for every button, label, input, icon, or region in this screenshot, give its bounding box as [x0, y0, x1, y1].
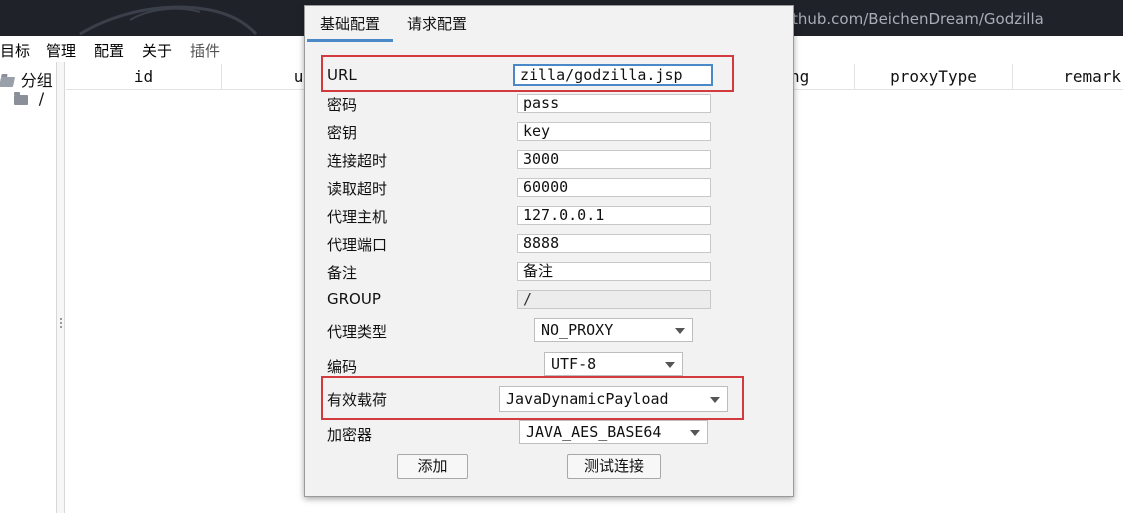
basic-config-form: URL zilla/godzilla.jsp 密码 pass 密钥 key 连接…	[305, 42, 793, 496]
encoding-label: 编码	[327, 358, 358, 376]
chevron-down-icon	[690, 430, 700, 436]
password-label: 密码	[327, 96, 358, 114]
menu-target[interactable]: 目标	[0, 40, 30, 61]
password-input[interactable]: pass	[517, 94, 711, 113]
drag-grip-icon	[60, 318, 62, 320]
payload-label: 有效载荷	[327, 391, 388, 409]
cryptor-value: JAVA_AES_BASE64	[526, 423, 662, 441]
menu-about[interactable]: 关于	[142, 40, 172, 61]
column-header-proxy-type[interactable]: proxyType	[855, 64, 1013, 90]
shell-config-dialog: 基础配置 请求配置 URL zilla/godzilla.jsp 密码 pass…	[304, 5, 794, 497]
encoding-value: UTF-8	[551, 355, 597, 373]
read-timeout-input[interactable]: 60000	[517, 178, 711, 197]
group-input: /	[517, 290, 711, 309]
add-button[interactable]: 添加	[397, 454, 468, 479]
group-label: GROUP	[327, 290, 381, 308]
read-timeout-label: 读取超时	[327, 180, 388, 198]
payload-select[interactable]: JavaDynamicPayload	[499, 386, 728, 412]
proxy-type-label: 代理类型	[327, 323, 388, 341]
proxy-host-label: 代理主机	[327, 208, 388, 226]
payload-value: JavaDynamicPayload	[506, 390, 669, 408]
kali-dragon-logo	[79, 5, 258, 36]
chevron-down-icon	[675, 328, 685, 334]
column-header-id[interactable]: id	[66, 64, 222, 90]
cryptor-label: 加密器	[327, 426, 373, 444]
folder-open-icon	[0, 76, 16, 87]
dialog-tabs: 基础配置 请求配置	[305, 6, 793, 42]
tree-child-label: /	[38, 89, 45, 108]
folder-icon	[14, 91, 28, 105]
url-input[interactable]: zilla/godzilla.jsp	[513, 64, 713, 86]
tree-root-group[interactable]: 分组	[0, 67, 53, 91]
tree-root-label: 分组	[20, 71, 53, 90]
url-label: URL	[327, 66, 357, 84]
menu-manage[interactable]: 管理	[46, 40, 76, 61]
chevron-down-icon	[710, 397, 720, 403]
tab-request-config[interactable]: 请求配置	[397, 6, 477, 42]
key-input[interactable]: key	[517, 122, 711, 141]
connect-timeout-input[interactable]: 3000	[517, 150, 711, 169]
split-pane-divider[interactable]	[56, 62, 65, 513]
connect-timeout-label: 连接超时	[327, 152, 388, 170]
proxy-host-input[interactable]: 127.0.0.1	[517, 206, 711, 225]
tree-child-group[interactable]: /	[14, 89, 44, 108]
test-connection-button[interactable]: 测试连接	[567, 454, 661, 479]
remark-input[interactable]: 备注	[517, 262, 711, 281]
remark-label: 备注	[327, 264, 358, 282]
proxy-port-label: 代理端口	[327, 236, 388, 254]
key-label: 密钥	[327, 124, 358, 142]
proxy-type-value: NO_PROXY	[541, 321, 614, 339]
menu-plugins[interactable]: 插件	[190, 40, 220, 61]
cryptor-select[interactable]: JAVA_AES_BASE64	[519, 420, 708, 444]
menu-config[interactable]: 配置	[94, 40, 124, 61]
window-title: thub.com/BeichenDream/Godzilla	[792, 10, 1044, 28]
tab-basic-config[interactable]: 基础配置	[307, 6, 393, 42]
group-tree: 分组 /	[0, 62, 56, 513]
column-header-remark[interactable]: remark	[1013, 64, 1123, 90]
chevron-down-icon	[665, 362, 675, 368]
encoding-select[interactable]: UTF-8	[544, 352, 683, 376]
proxy-type-select[interactable]: NO_PROXY	[534, 318, 693, 342]
proxy-port-input[interactable]: 8888	[517, 234, 711, 253]
